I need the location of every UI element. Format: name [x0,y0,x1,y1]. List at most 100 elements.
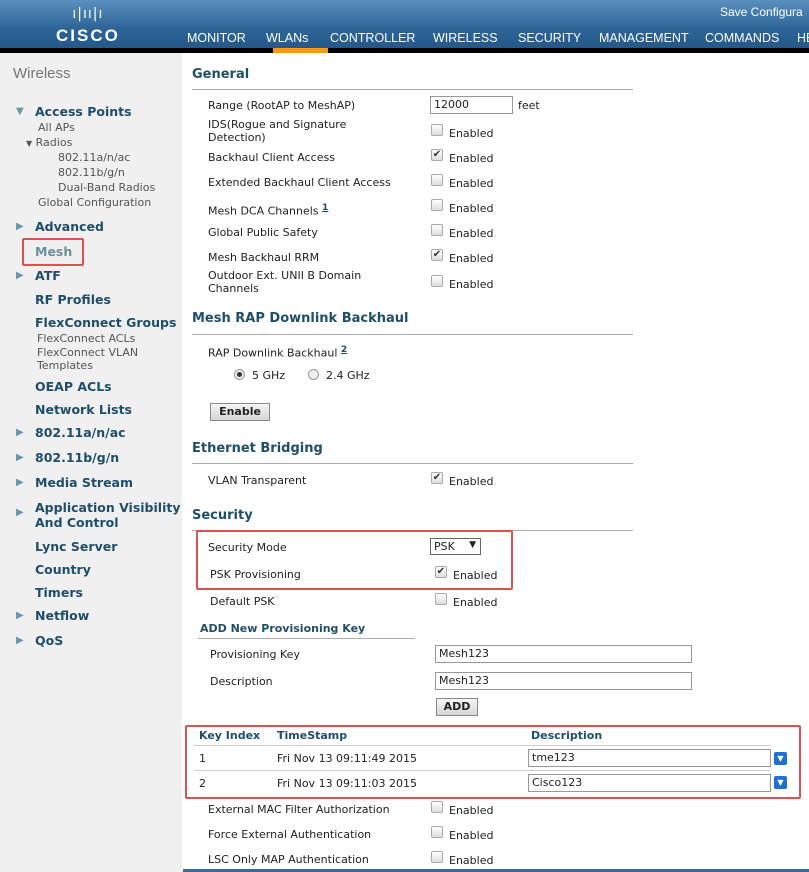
nav-monitor[interactable]: MONITOR [187,31,246,45]
column-header-timestamp: TimeStamp [277,729,348,742]
footnote-link[interactable]: 1 [322,202,328,213]
default-psk-checkbox[interactable] [435,593,447,605]
sidebar-item-flexconnect-groups[interactable]: FlexConnect Groups [35,315,176,330]
sidebar-item-country[interactable]: Country [35,562,91,577]
nav-help[interactable]: HE [797,31,809,45]
cisco-logo: ı|ıı|ı CISCO [56,6,120,45]
sidebar-item-80211bgn-radio[interactable]: 802.11b/g/n [58,166,125,179]
collapsed-arrow-icon[interactable]: ▶ [16,270,24,281]
nav-security[interactable]: SECURITY [518,31,581,45]
sidebar-item-flexconnect-vlan-templates[interactable]: Templates [37,359,93,372]
setting-label: Mesh DCA Channels 1 [208,202,329,218]
vlan-transparent-checkbox[interactable]: ✔ [431,472,443,484]
sidebar-item-all-aps[interactable]: All APs [38,121,75,134]
psk-provisioning-checkbox[interactable]: ✔ [435,566,447,578]
vlan-transparent-label: VLAN Transparent [208,474,307,487]
nav-commands[interactable]: COMMANDS [705,31,779,45]
collapsed-arrow-icon[interactable]: ▶ [16,427,24,438]
collapsed-arrow-icon[interactable]: ▶ [16,221,24,232]
column-header-key-index: Key Index [199,729,261,742]
setting-checkbox[interactable]: ✔ [431,149,443,161]
nav-controller[interactable]: CONTROLLER [330,31,415,45]
provisioning-key-input[interactable]: Mesh123 [435,645,692,663]
setting-checkbox[interactable] [431,224,443,236]
sidebar-item-80211anac-radio[interactable]: 802.11a/n/ac [58,151,130,164]
collapsed-arrow-icon[interactable]: ▶ [16,635,24,646]
enabled-label: Enabled [453,596,498,609]
sidebar-item-flexconnect-acls[interactable]: FlexConnect ACLs [37,332,135,345]
security-mode-select[interactable]: PSK ▼ [430,538,481,555]
nav-wlans[interactable]: WLANs [266,31,308,45]
nav-wireless[interactable]: WIRELESS [433,31,498,45]
active-tab-indicator [273,48,328,53]
sidebar-item-lync-server[interactable]: Lync Server [35,539,117,554]
sidebar-item-qos[interactable]: QoS [35,633,63,648]
key-description-input[interactable]: Cisco123 [528,774,771,792]
sidebar-item-timers[interactable]: Timers [35,585,83,600]
psk-provisioning-label: PSK Provisioning [210,568,301,581]
setting-label: Mesh Backhaul RRM [208,251,320,264]
radio-24ghz[interactable] [308,369,319,380]
enabled-label: Enabled [449,854,494,867]
setting-checkbox[interactable] [431,174,443,186]
sidebar-item-global-config[interactable]: Global Configuration [38,196,151,209]
save-configuration-link[interactable]: Save Configura [720,5,803,19]
auth-setting-checkbox[interactable] [431,801,443,813]
sidebar-item-advanced[interactable]: Advanced [35,219,104,234]
add-button[interactable]: ADD [436,698,478,716]
enabled-label: Enabled [449,252,494,265]
sidebar-item-80211a[interactable]: 802.11a/n/ac [35,425,126,440]
radio-24ghz-label: 2.4 GHz [326,369,370,382]
setting-checkbox[interactable]: ✔ [431,249,443,261]
enabled-label: Enabled [449,278,494,291]
sidebar-item-oeap-acls[interactable]: OEAP ACLs [35,379,112,394]
collapsed-arrow-icon[interactable]: ▶ [16,477,24,488]
setting-checkbox[interactable] [431,275,443,287]
sidebar-item-dual-band[interactable]: Dual-Band Radios [58,181,155,194]
setting-label: IDS(Rogue and Signature Detection) [208,118,347,144]
range-label: Range (RootAP to MeshAP) [208,99,356,112]
collapsed-arrow-icon[interactable]: ▶ [16,507,24,518]
sidebar-item-rf-profiles[interactable]: RF Profiles [35,292,111,307]
enabled-label: Enabled [449,475,494,488]
auth-setting-checkbox[interactable] [431,826,443,838]
sidebar-item-atf[interactable]: ATF [35,268,61,283]
setting-checkbox[interactable] [431,124,443,136]
expanded-arrow-icon: ▼ [26,139,33,148]
radio-5ghz-label: 5 GHz [252,369,286,382]
setting-label: Backhaul Client Access [208,151,335,164]
row-dropdown-icon[interactable]: ▼ [774,776,787,789]
sidebar-item-network-lists[interactable]: Network Lists [35,402,132,417]
column-header-description: Description [531,729,603,742]
auth-setting-checkbox[interactable] [431,851,443,863]
collapsed-arrow-icon[interactable]: ▶ [16,610,24,621]
sidebar-item-80211b[interactable]: 802.11b/g/n [35,450,119,465]
sidebar-item-media-stream[interactable]: Media Stream [35,475,133,490]
auth-setting-label: External MAC Filter Authorization [208,803,390,816]
key-description-input[interactable]: tme123 [528,749,771,767]
sidebar-title: Wireless [13,65,71,82]
enabled-label: Enabled [449,177,494,190]
sidebar-item-radios[interactable]: ▼ Radios [26,136,72,149]
nav-management[interactable]: MANAGEMENT [599,31,689,45]
sidebar-item-mesh[interactable]: Mesh [35,244,72,259]
divider [192,89,633,90]
expanded-arrow-icon[interactable]: ▼ [16,106,24,117]
sidebar-item-access-points[interactable]: Access Points [35,104,132,119]
collapsed-arrow-icon[interactable]: ▶ [16,452,24,463]
auth-setting-label: Force External Authentication [208,828,372,841]
sidebar-item-netflow[interactable]: Netflow [35,608,89,623]
radio-5ghz[interactable] [234,369,245,380]
divider [192,463,633,464]
sidebar-item-avc[interactable]: Application Visibility And Control [35,500,180,530]
row-dropdown-icon[interactable]: ▼ [774,752,787,765]
sidebar-item-flexconnect-vlan[interactable]: FlexConnect VLAN [37,346,138,359]
enable-button[interactable]: Enable [210,403,270,421]
setting-checkbox[interactable] [431,199,443,211]
footnote-link[interactable]: 2 [341,344,347,355]
description-input[interactable]: Mesh123 [435,672,692,690]
enabled-label: Enabled [449,227,494,240]
range-input[interactable]: 12000 [430,96,513,114]
default-psk-label: Default PSK [210,595,275,608]
key-index-cell: 2 [199,777,206,790]
